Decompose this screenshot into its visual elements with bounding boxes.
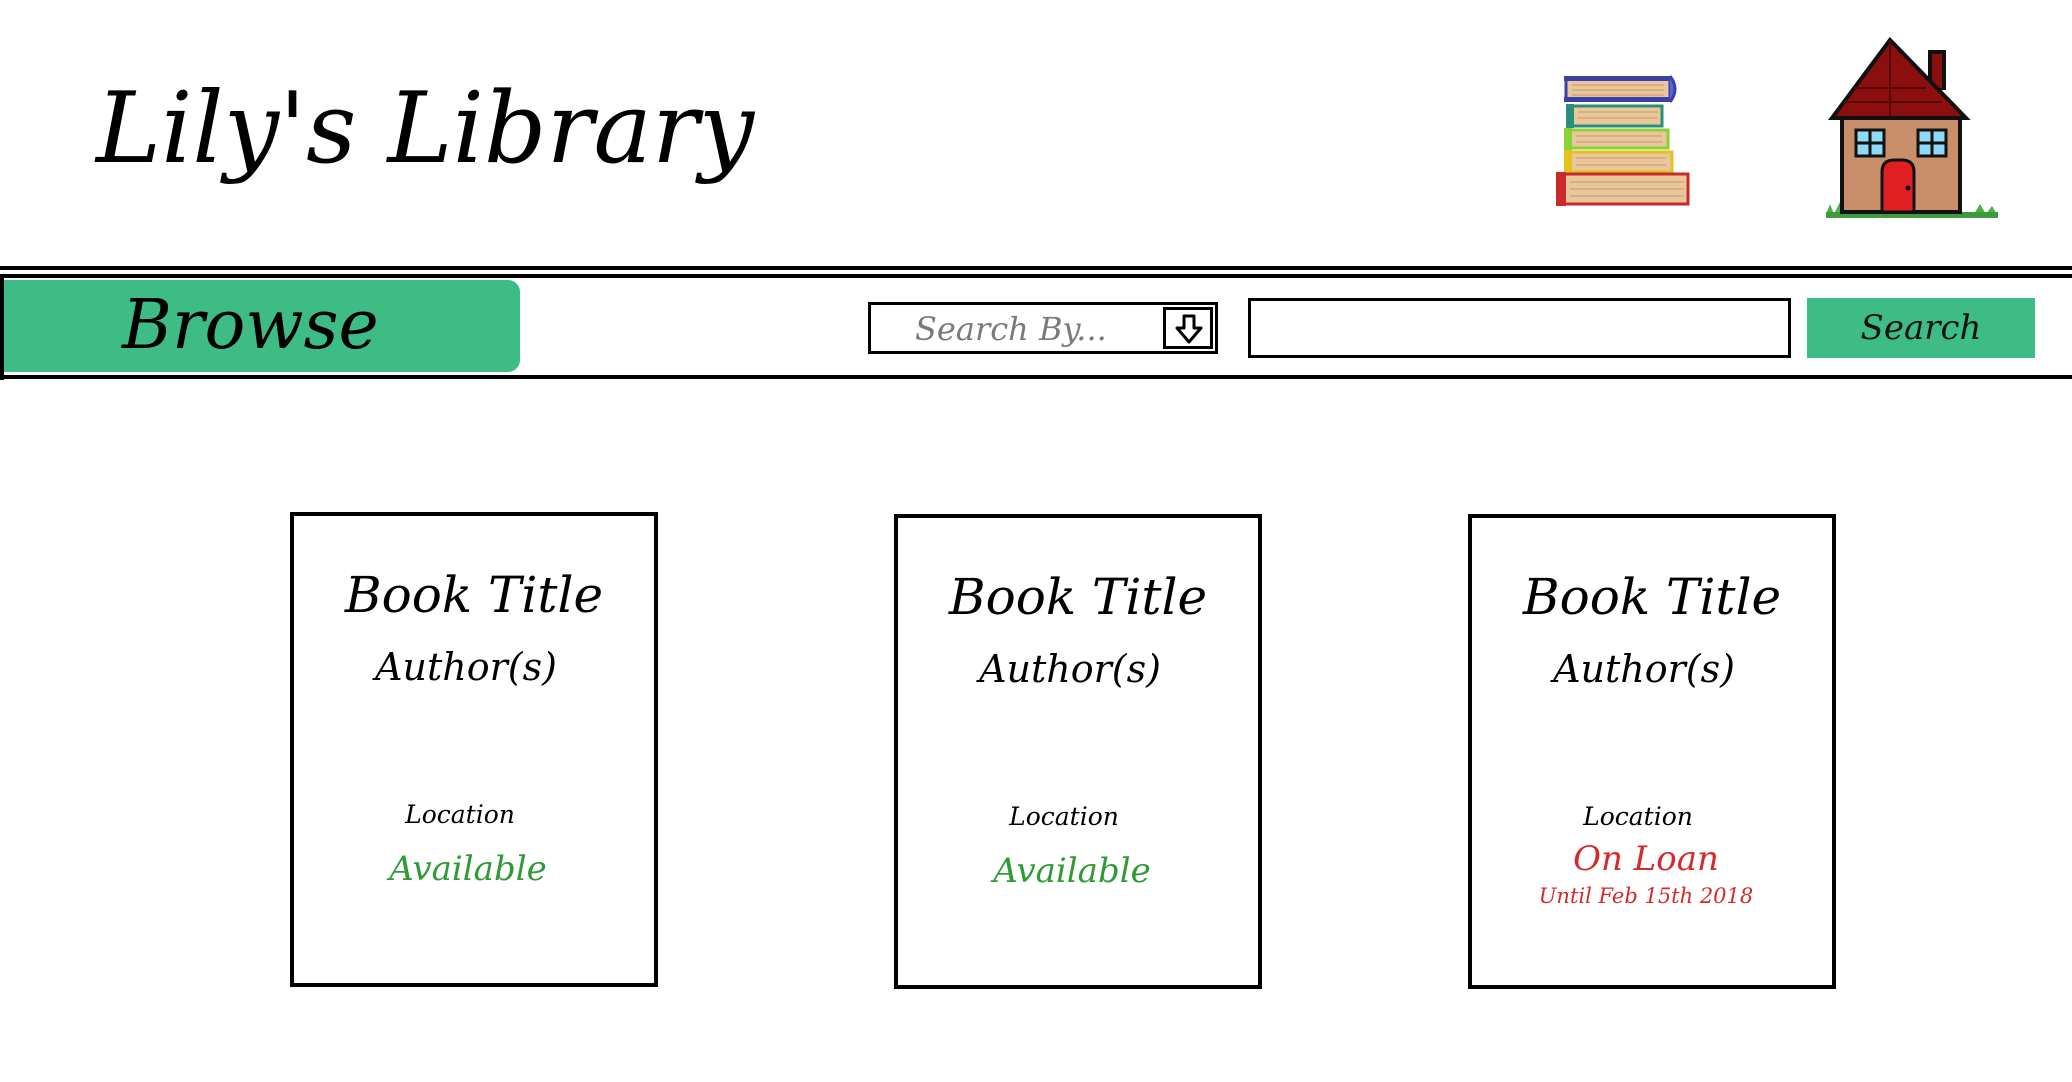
book-status: Available [389, 849, 547, 889]
book-status: On Loan [1573, 839, 1719, 879]
navbar-bottom-border [0, 375, 2072, 379]
book-title: Book Title [1522, 568, 1782, 626]
book-card-1[interactable]: Book Title Author(s) Location Available [290, 512, 658, 987]
book-location: Location [1583, 802, 1693, 831]
loan-due-date: Until Feb 15th 2018 [1538, 884, 1754, 908]
site-title: Lily's Library [96, 72, 755, 186]
dropdown-toggle-button[interactable] [1163, 307, 1213, 349]
book-card-3[interactable]: Book Title Author(s) Location On Loan Un… [1468, 514, 1836, 989]
book-card-2[interactable]: Book Title Author(s) Location Available [894, 514, 1262, 989]
browse-tab-label: Browse [122, 286, 379, 365]
search-input[interactable] [1248, 298, 1791, 358]
search-button[interactable]: Search [1807, 298, 2035, 358]
browse-tab[interactable]: Browse [4, 280, 520, 372]
book-location: Location [1009, 802, 1119, 831]
book-author: Author(s) [375, 645, 557, 689]
book-stack-icon [1556, 75, 1690, 206]
book-location: Location [405, 800, 515, 829]
book-title: Book Title [948, 568, 1208, 626]
arrow-down-icon [1175, 314, 1203, 344]
book-status: Available [993, 851, 1151, 891]
search-by-placeholder: Search By... [915, 310, 1107, 348]
search-by-dropdown[interactable]: Search By... [868, 302, 1218, 354]
header-divider [0, 266, 2072, 270]
house-icon[interactable] [1824, 36, 2000, 222]
book-author: Author(s) [1553, 647, 1735, 691]
book-author: Author(s) [979, 647, 1161, 691]
navbar-top-border [0, 274, 2072, 278]
book-title: Book Title [344, 566, 604, 624]
